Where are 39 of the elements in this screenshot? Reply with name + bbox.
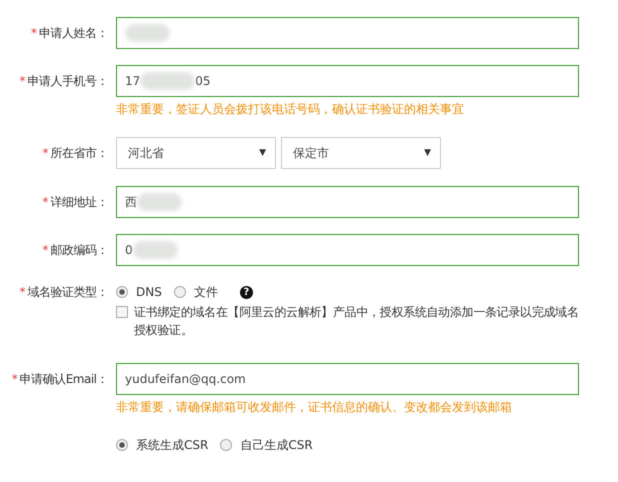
field-value: 05 <box>195 74 211 88</box>
field-label: 所在省市： <box>50 146 108 160</box>
required-mark: * <box>20 74 26 88</box>
radio-label: DNS <box>136 285 162 299</box>
dropdown[interactable]: 河北省 ▼ <box>116 137 276 169</box>
field-value: 西 <box>125 195 137 209</box>
hint-text: 非常重要，请确保邮箱可收发邮件，证书信息的确认、变改都会发到该邮箱 <box>116 400 513 415</box>
required-mark: * <box>42 146 48 160</box>
required-mark: * <box>31 26 37 40</box>
radio-label: 系统生成CSR <box>136 438 208 452</box>
field-label: 申请确认Email： <box>20 372 108 386</box>
text-field[interactable]: 西 <box>116 186 579 218</box>
field-value: yudufeifan@qq.com <box>125 372 246 386</box>
required-mark: * <box>20 285 26 299</box>
text-field[interactable] <box>116 17 579 49</box>
radio-button[interactable] <box>116 439 128 451</box>
text-field[interactable]: 17 05 <box>116 65 579 97</box>
field-label: 申请人姓名： <box>39 26 108 40</box>
field-label: 详细地址： <box>50 195 108 209</box>
dropdown[interactable]: 保定市 ▼ <box>281 137 441 169</box>
radio-label: 自己生成CSR <box>240 438 313 452</box>
field-label: 域名验证类型： <box>28 285 108 299</box>
field-value: 0 <box>125 243 133 257</box>
hint-text: 非常重要，签证人员会拨打该电话号码，确认证书验证的相关事宜 <box>116 102 465 117</box>
radio-button[interactable] <box>220 439 232 451</box>
required-mark: * <box>42 195 48 209</box>
required-mark: * <box>12 372 18 386</box>
checkbox[interactable] <box>116 306 128 318</box>
field-label: 邮政编码： <box>50 243 108 257</box>
required-mark: * <box>42 243 48 257</box>
text-field[interactable]: yudufeifan@qq.com <box>116 363 579 395</box>
field-label: 申请人手机号： <box>28 74 108 88</box>
radio-button[interactable] <box>174 286 186 298</box>
text-field[interactable]: 0 <box>116 234 579 266</box>
field-value: 17 <box>125 74 140 88</box>
radio-label: 文件 <box>194 285 218 299</box>
radio-button[interactable] <box>116 286 128 298</box>
help-icon[interactable]: ? <box>240 286 253 298</box>
checkbox-label: 证书绑定的域名在【阿里云的云解析】产品中，授权系统自动添加一条记录以完成域名授权验证。 <box>134 304 579 339</box>
